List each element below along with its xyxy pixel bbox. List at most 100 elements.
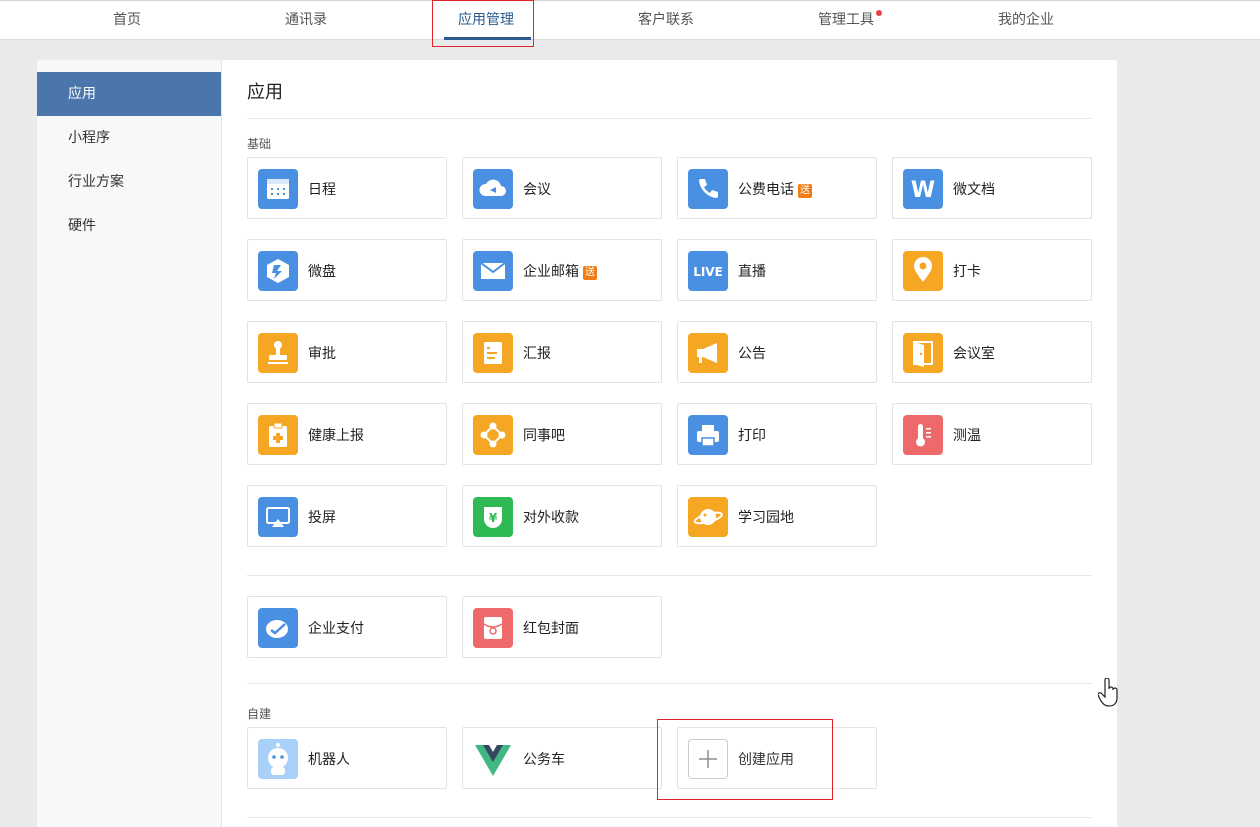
notification-dot (876, 10, 882, 16)
app-name: 微文档 (953, 182, 995, 198)
divider (247, 575, 1092, 576)
tab-customer-contact[interactable]: 客户联系 (638, 9, 694, 33)
live-icon: LIVE (688, 251, 728, 291)
divider (247, 817, 1092, 818)
yuan-shield-icon: ¥ (473, 497, 513, 537)
divider (247, 118, 1092, 119)
sidebar-item-mini-programs[interactable]: 小程序 (37, 116, 221, 160)
main-panel: 应用 基础 日程 会议 公费电话送 W 微文档 微盘 企业邮箱 送 LIVE 直… (222, 60, 1117, 827)
w-glyph: W (911, 178, 935, 203)
printer-icon (688, 415, 728, 455)
app-card-robot[interactable]: 机器人 (247, 727, 447, 789)
app-card-temperature[interactable]: 测温 (892, 403, 1092, 465)
wecom-pay-icon (258, 608, 298, 648)
drive-icon (258, 251, 298, 291)
app-name: 会议室 (953, 346, 995, 362)
yuan-glyph: ¥ (489, 511, 498, 525)
screen-cast-icon (258, 497, 298, 537)
app-name: 企业支付 (308, 621, 364, 637)
tab-contacts[interactable]: 通讯录 (285, 9, 327, 33)
app-name: 创建应用 (738, 752, 794, 768)
app-name: 健康上报 (308, 428, 364, 444)
active-tab-indicator (444, 37, 531, 40)
cloud-meeting-icon (473, 169, 513, 209)
app-card-wdoc[interactable]: W 微文档 (892, 157, 1092, 219)
tab-app-management[interactable]: 应用管理 (458, 9, 514, 33)
app-name: 审批 (308, 346, 336, 362)
app-name: 同事吧 (523, 428, 565, 444)
page-title: 应用 (247, 82, 283, 103)
app-card-report[interactable]: 汇报 (462, 321, 662, 383)
vue-logo-icon (473, 739, 513, 779)
network-icon (473, 415, 513, 455)
mail-icon (473, 251, 513, 291)
app-card-red-envelope[interactable]: 红包封面 (462, 596, 662, 658)
gift-badge: 送 (583, 266, 597, 280)
app-card-official-car[interactable]: 公务车 (462, 727, 662, 789)
app-name: 公告 (738, 346, 766, 362)
door-icon (903, 333, 943, 373)
app-card-approval[interactable]: 审批 (247, 321, 447, 383)
red-envelope-icon (473, 608, 513, 648)
phone-icon (688, 169, 728, 209)
app-card-meeting-room[interactable]: 会议室 (892, 321, 1092, 383)
hand-cursor-icon (1098, 678, 1118, 707)
app-name: 学习园地 (738, 510, 794, 526)
sidebar-item-hardware[interactable]: 硬件 (37, 204, 221, 248)
tab-management-tools[interactable]: 管理工具 (818, 9, 874, 33)
app-name: 会议 (523, 182, 551, 198)
create-app-button[interactable]: 创建应用 (677, 727, 877, 789)
app-name: 公务车 (523, 752, 565, 768)
app-name: 企业邮箱送 (523, 264, 597, 280)
app-name: 公费电话送 (738, 182, 812, 198)
health-clipboard-icon (258, 415, 298, 455)
app-card-health-report[interactable]: 健康上报 (247, 403, 447, 465)
tab-my-enterprise[interactable]: 我的企业 (998, 9, 1054, 33)
app-name: 日程 (308, 182, 336, 198)
section-label-custom: 自建 (247, 707, 272, 721)
app-name: 微盘 (308, 264, 336, 280)
megaphone-icon (688, 333, 728, 373)
top-navigation: 首页 通讯录 应用管理 客户联系 管理工具 我的企业 (0, 0, 1260, 40)
sidebar-item-industry-solutions[interactable]: 行业方案 (37, 160, 221, 204)
tab-home[interactable]: 首页 (113, 9, 141, 33)
sidebar-item-apps[interactable]: 应用 (37, 72, 221, 116)
app-name: 汇报 (523, 346, 551, 362)
divider (247, 683, 1092, 684)
app-name: 测温 (953, 428, 981, 444)
app-card-enterprise-pay[interactable]: 企业支付 (247, 596, 447, 658)
robot-icon (258, 739, 298, 779)
app-name: 投屏 (308, 510, 336, 526)
app-card-phone[interactable]: 公费电话送 (677, 157, 877, 219)
app-card-checkin[interactable]: 打卡 (892, 239, 1092, 301)
app-card-calendar[interactable]: 日程 (247, 157, 447, 219)
location-pin-icon (903, 251, 943, 291)
app-card-drive[interactable]: 微盘 (247, 239, 447, 301)
app-card-print[interactable]: 打印 (677, 403, 877, 465)
app-card-collect-payment[interactable]: ¥ 对外收款 (462, 485, 662, 547)
stamp-icon (258, 333, 298, 373)
plus-icon (688, 739, 728, 779)
app-card-mail[interactable]: 企业邮箱送 (462, 239, 662, 301)
app-card-announcement[interactable]: 公告 (677, 321, 877, 383)
report-icon (473, 333, 513, 373)
w-doc-icon: W (903, 169, 943, 209)
app-name: 打卡 (953, 264, 981, 280)
thermometer-icon (903, 415, 943, 455)
app-card-colleague-bar[interactable]: 同事吧 (462, 403, 662, 465)
app-card-live[interactable]: LIVE 直播 (677, 239, 877, 301)
gift-badge: 送 (798, 184, 812, 198)
live-glyph: LIVE (693, 265, 723, 279)
sidebar: 应用 小程序 行业方案 硬件 (37, 60, 222, 827)
calendar-icon (258, 169, 298, 209)
app-name: 直播 (738, 264, 766, 280)
app-card-screen-cast[interactable]: 投屏 (247, 485, 447, 547)
app-card-learning[interactable]: 学习园地 (677, 485, 877, 547)
app-name: 机器人 (308, 752, 350, 768)
app-card-meeting[interactable]: 会议 (462, 157, 662, 219)
app-name: 对外收款 (523, 510, 579, 526)
app-name: 打印 (738, 428, 766, 444)
planet-icon (688, 497, 728, 537)
section-label-basic: 基础 (247, 137, 272, 151)
app-name: 红包封面 (523, 621, 579, 637)
